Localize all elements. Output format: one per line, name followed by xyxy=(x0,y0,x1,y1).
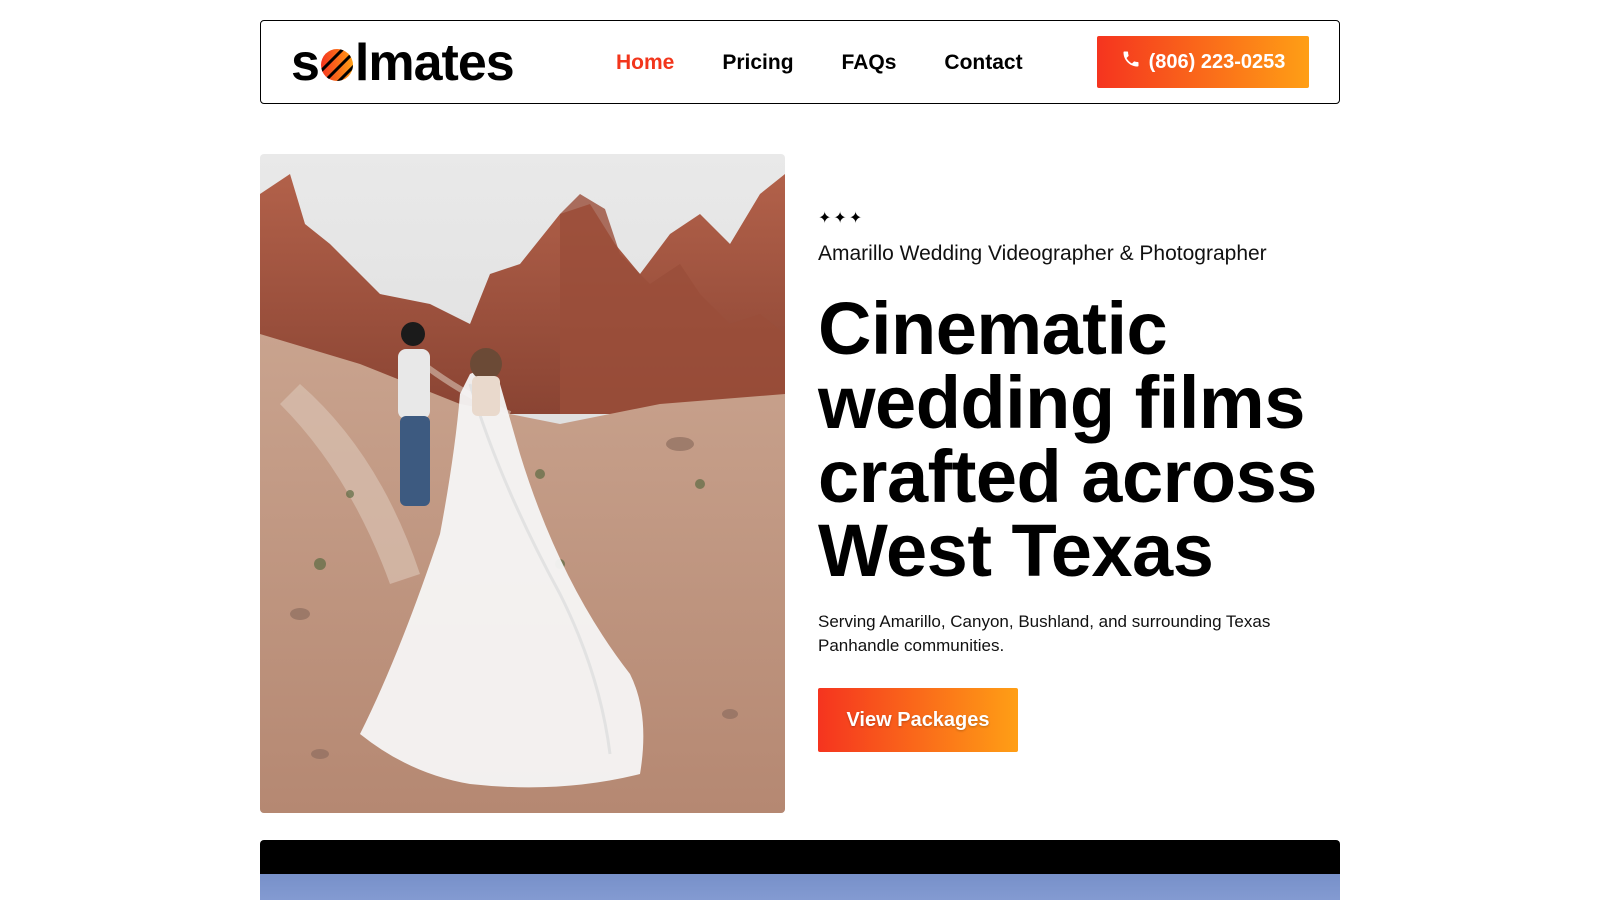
hero-description: Serving Amarillo, Canyon, Bushland, and … xyxy=(818,612,1271,655)
view-packages-button[interactable]: View Packages xyxy=(818,688,1018,752)
video-preview-frame xyxy=(260,874,1340,900)
phone-number: (806) 223-0253 xyxy=(1148,50,1286,73)
hero-subtitle: Amarillo Wedding Videographer & Photogra… xyxy=(818,242,1267,265)
nav-home[interactable]: Home xyxy=(616,51,674,75)
headline-line: wedding films xyxy=(818,361,1305,444)
phone-button[interactable]: (806) 223-0253 xyxy=(1097,36,1309,88)
phone-icon xyxy=(1121,49,1141,75)
logo-prefix: s xyxy=(291,34,320,92)
sparkles-icon: ✦✦✦ xyxy=(818,210,865,227)
hero-headline: Cinematic wedding films crafted across W… xyxy=(818,292,1338,588)
logo-suffix: lmates xyxy=(354,34,515,92)
sun-stripes-icon xyxy=(320,39,354,81)
video-preview[interactable] xyxy=(260,840,1340,900)
main-nav: Home Pricing FAQs Contact xyxy=(616,21,1071,105)
logo[interactable]: s lmates xyxy=(291,34,515,92)
headline-line: Cinematic xyxy=(818,287,1168,370)
nav-pricing[interactable]: Pricing xyxy=(722,51,793,75)
nav-faqs[interactable]: FAQs xyxy=(842,51,897,75)
headline-line: West Texas xyxy=(818,509,1214,592)
hero-text: ✦✦✦ Amarillo Wedding Videographer & Phot… xyxy=(818,200,1338,752)
site-header: s lmates Home Pricing FAQs Contact (806)… xyxy=(260,20,1340,104)
nav-contact[interactable]: Contact xyxy=(944,51,1022,75)
hero-photo xyxy=(260,154,785,813)
headline-line: crafted across xyxy=(818,435,1317,518)
